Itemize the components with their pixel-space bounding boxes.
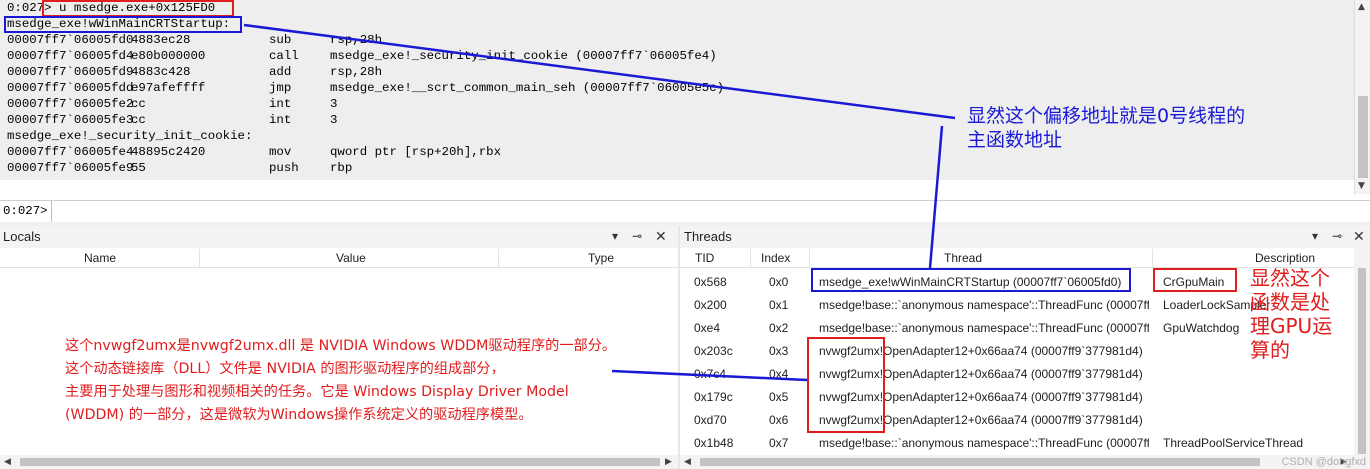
annotation-line: 这个nvwgf2umx是nvwgf2umx.dll 是 NVIDIA Windo… bbox=[65, 338, 617, 354]
annotation-startup-note: 显然这个偏移地址就是0号线程的 主函数地址 bbox=[967, 104, 1245, 152]
annotation-line: 理GPU运 bbox=[1250, 314, 1333, 338]
arrow-line bbox=[243, 23, 956, 120]
watermark: CSDN @dongfxd bbox=[1281, 456, 1366, 468]
annotation-line: 显然这个偏移地址就是0号线程的 bbox=[967, 105, 1246, 127]
annotation-gpu-note: 显然这个 函数是处 理GPU运 算的 bbox=[1250, 266, 1332, 362]
annotation-line: 主要用于处理与图形和视频相关的任务。它是 Windows Display Dri… bbox=[65, 384, 569, 400]
annotation-line: (WDDM) 的一部分，这是微软为Windows操作系统定义的驱动程序模型。 bbox=[65, 407, 533, 423]
arrow-line bbox=[611, 369, 808, 382]
annotation-line: 算的 bbox=[1250, 338, 1290, 362]
annotation-line: 这个动态链接库（DLL）文件是 NVIDIA 的图形驱动程序的组成部分， bbox=[65, 361, 505, 377]
annotation-nvwgf2umx-note: 这个nvwgf2umx是nvwgf2umx.dll 是 NVIDIA Windo… bbox=[65, 335, 616, 427]
annotation-line: 主函数地址 bbox=[967, 129, 1063, 151]
annotation-line: 函数是处 bbox=[1250, 290, 1330, 314]
annotation-line: 显然这个 bbox=[1250, 266, 1330, 290]
arrow-line bbox=[928, 125, 944, 269]
